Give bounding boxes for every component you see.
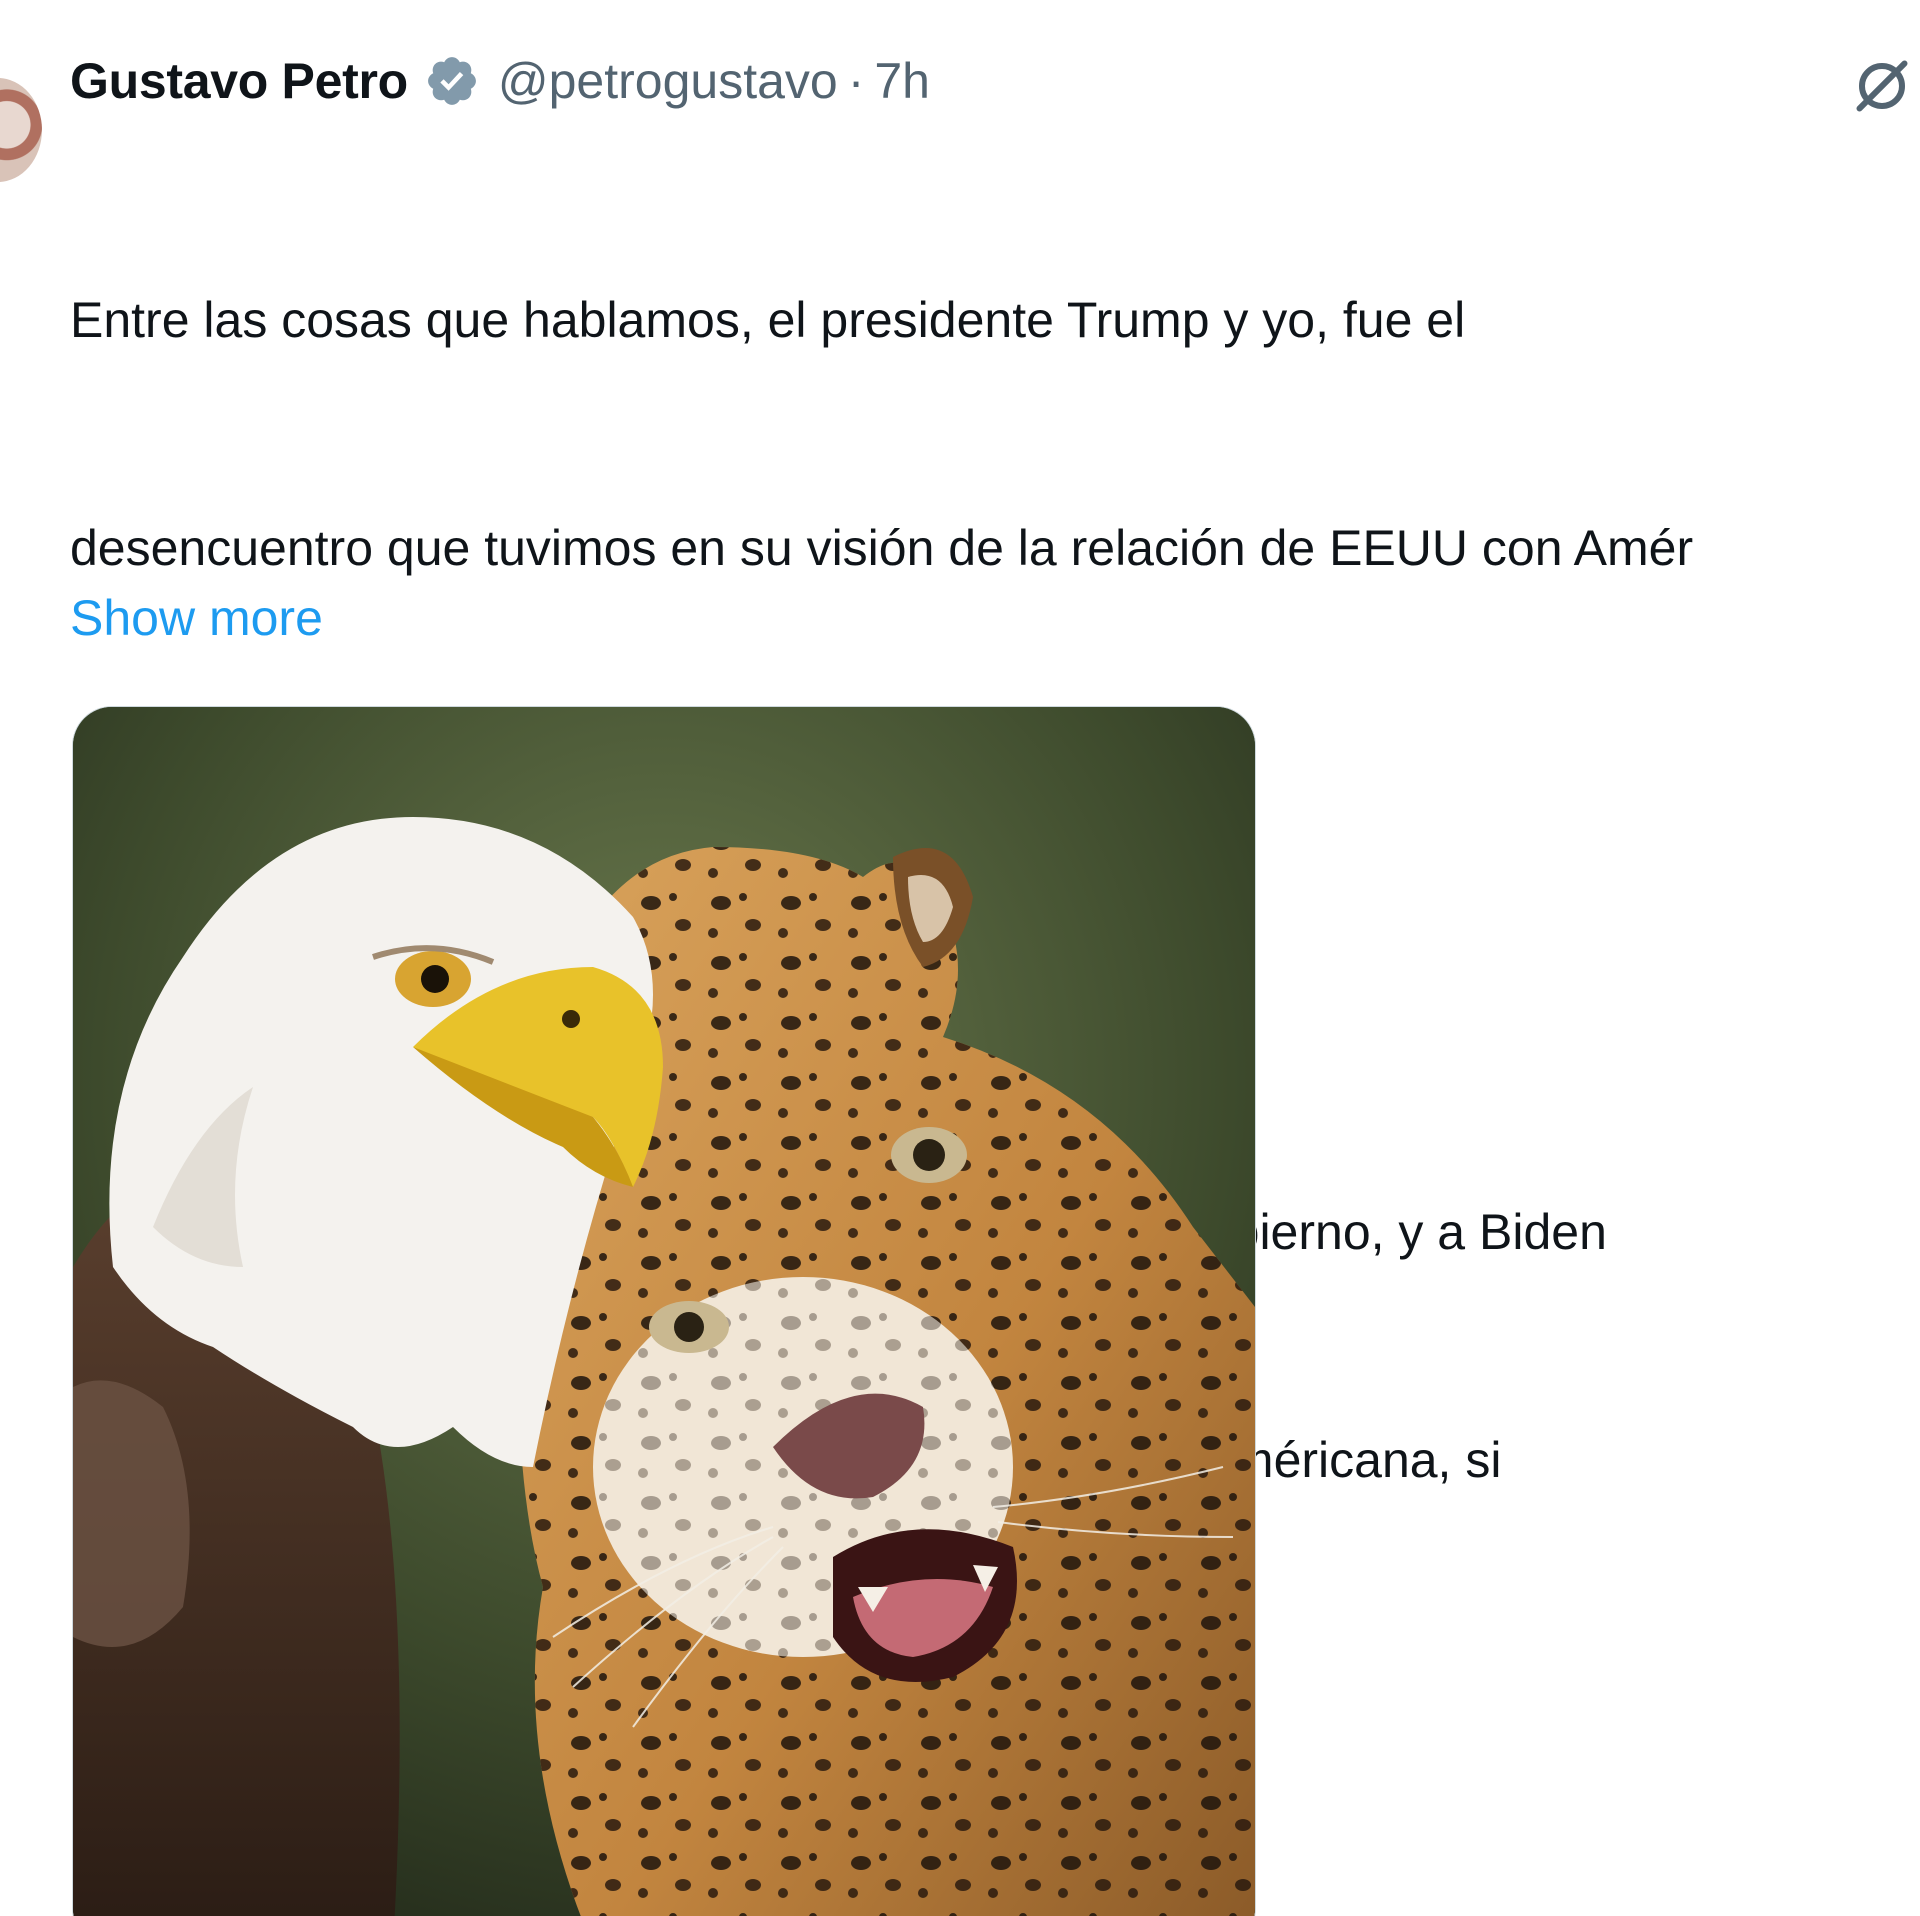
verified-badge-icon	[424, 53, 480, 109]
tweet-header: Gustavo Petro @petrogustavo · 7h	[70, 46, 930, 116]
tweet[interactable]: Gustavo Petro @petrogustavo · 7h Entre l…	[0, 0, 1920, 1916]
show-more-link[interactable]: Show more	[70, 580, 323, 656]
eagle-and-jaguar-illustration	[73, 707, 1255, 1916]
tweet-media-image[interactable]	[72, 706, 1256, 1916]
author-handle[interactable]: @petrogustavo	[498, 52, 838, 110]
avatar[interactable]	[0, 78, 42, 182]
grok-icon[interactable]	[1852, 56, 1912, 116]
tweet-text-line: Entre las cosas que hablamos, el preside…	[70, 292, 1466, 348]
timestamp[interactable]: 7h	[874, 52, 930, 110]
tweet-text-line: desencuentro que tuvimos en su visión de…	[70, 520, 1694, 576]
author-name[interactable]: Gustavo Petro	[70, 52, 408, 110]
separator-dot: ·	[847, 53, 865, 109]
